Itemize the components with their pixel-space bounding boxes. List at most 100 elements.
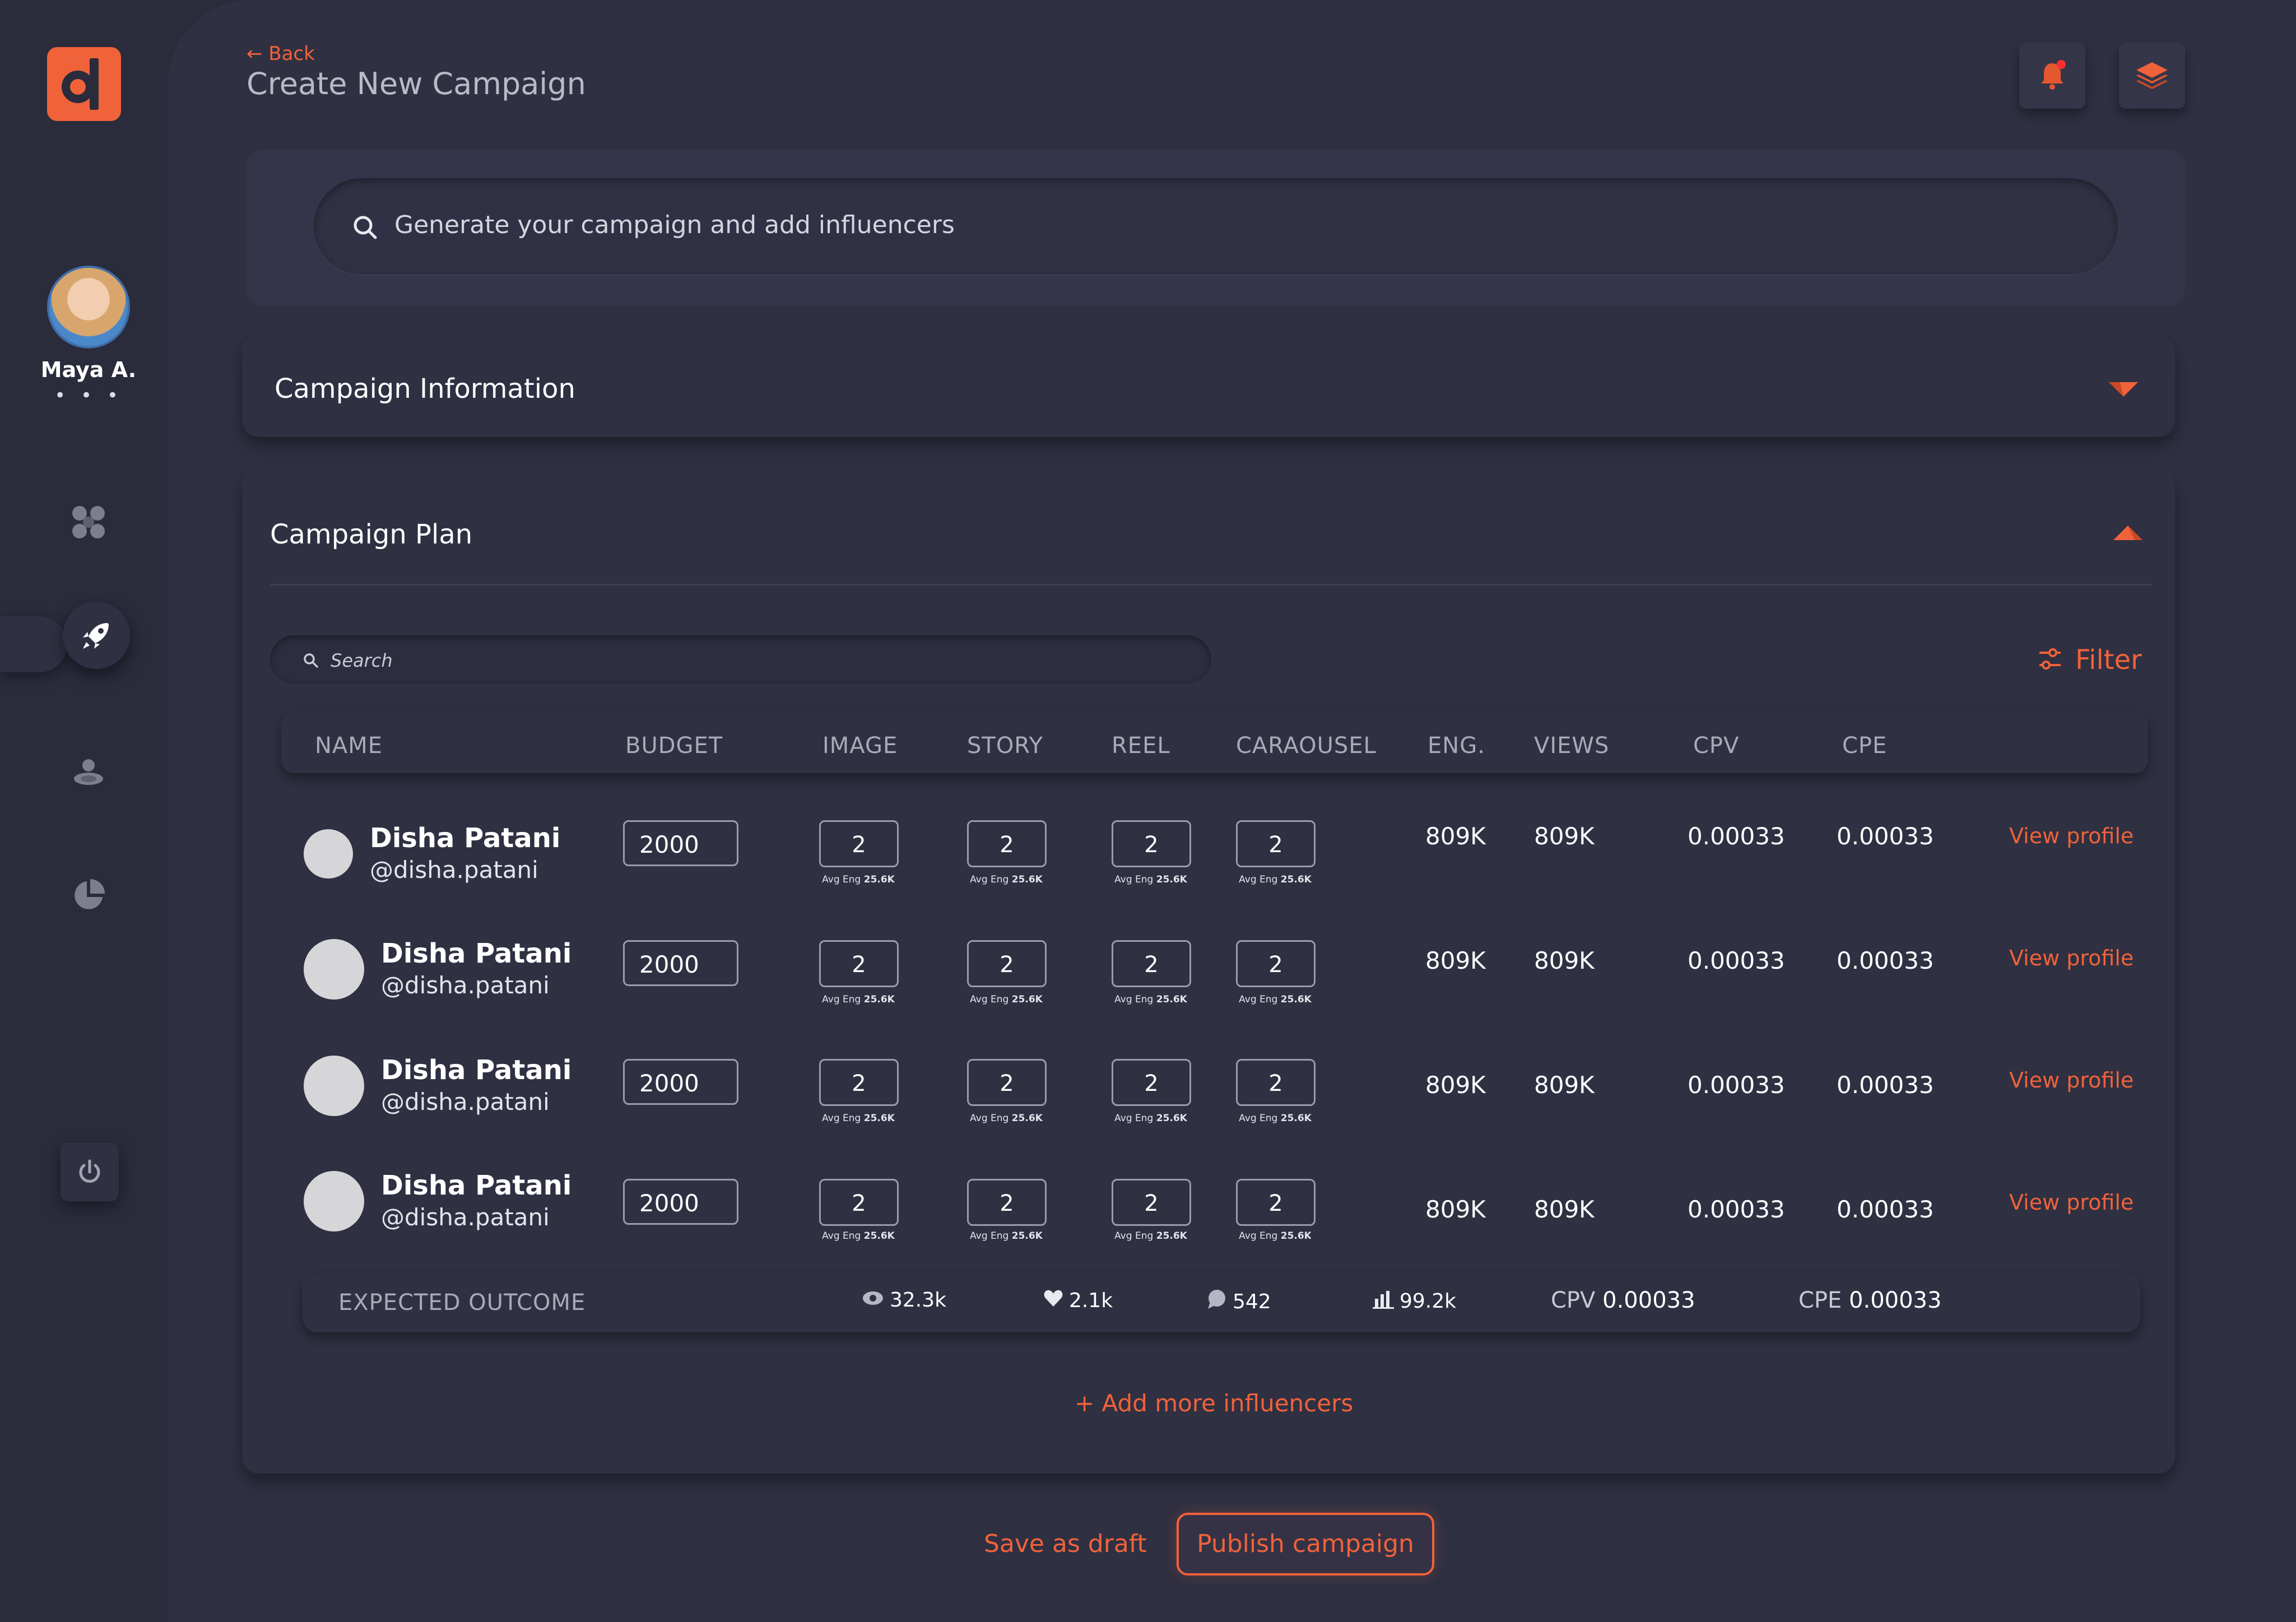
heart-icon: [1043, 1289, 1063, 1313]
image-count-input[interactable]: 2: [819, 940, 899, 987]
view-profile-link[interactable]: View profile: [2009, 1068, 2134, 1093]
influencer-handle: @disha.patani: [381, 1088, 550, 1116]
add-influencers-button[interactable]: + Add more influencers: [1075, 1389, 1353, 1417]
cpe-value: 0.00033: [1837, 1196, 1934, 1223]
influencer-handle: @disha.patani: [370, 856, 538, 884]
avg-eng-label: Avg Eng 25.6K: [1239, 994, 1312, 1005]
divider: [270, 584, 2151, 585]
cpe-value: 0.00033: [1837, 947, 1934, 974]
view-profile-link[interactable]: View profile: [2009, 1190, 2134, 1215]
chevron-up-icon[interactable]: [2112, 523, 2144, 545]
influencer-handle: @disha.patani: [381, 1203, 550, 1231]
influencer-search-input[interactable]: [270, 635, 1211, 684]
budget-input[interactable]: 2000: [623, 1059, 738, 1105]
avg-eng-label: Avg Eng 25.6K: [1114, 874, 1187, 885]
carousel-count-input[interactable]: 2: [1236, 820, 1316, 867]
filter-icon: [2037, 646, 2063, 674]
outcome-reach: 99.2k: [1373, 1289, 1456, 1314]
influencer-name: Disha Patani: [381, 938, 572, 969]
image-count-input[interactable]: 2: [819, 820, 899, 867]
budget-input[interactable]: 2000: [623, 820, 738, 866]
filter-button[interactable]: Filter: [2037, 644, 2142, 676]
views-value: 809K: [1534, 822, 1595, 850]
column-header: ENG.: [1428, 733, 1485, 759]
story-count-input[interactable]: 2: [967, 1179, 1047, 1226]
comment-icon: [1205, 1289, 1227, 1315]
story-count-input[interactable]: 2: [967, 940, 1047, 987]
dashboard-grid-icon[interactable]: [66, 500, 111, 545]
back-link[interactable]: ← Back: [247, 43, 315, 65]
layers-icon[interactable]: [2119, 43, 2185, 109]
view-profile-link[interactable]: View profile: [2009, 946, 2134, 970]
views-value: 809K: [1534, 1071, 1595, 1099]
avg-eng-label: Avg Eng 25.6K: [822, 994, 895, 1005]
influencer-avatar: [304, 1056, 364, 1116]
carousel-count-input[interactable]: 2: [1236, 1179, 1316, 1226]
avg-eng-label: Avg Eng 25.6K: [1114, 1230, 1187, 1242]
avg-eng-label: Avg Eng 25.6K: [822, 874, 895, 885]
column-header: CARAOUSEL: [1236, 733, 1377, 759]
cpe-value: 0.00033: [1837, 1071, 1934, 1099]
influencer-search-placeholder: Search: [331, 650, 393, 671]
reel-count-input[interactable]: 2: [1112, 940, 1191, 987]
avg-eng-label: Avg Eng 25.6K: [1239, 1230, 1311, 1242]
avg-eng-label: Avg Eng 25.6K: [1239, 1113, 1312, 1124]
influencer-avatar: [304, 939, 364, 1000]
column-header: NAME: [315, 733, 383, 759]
pie-chart-icon[interactable]: [66, 873, 111, 918]
d-logo-icon[interactable]: [47, 47, 121, 121]
publish-campaign-button[interactable]: Publish campaign: [1177, 1513, 1434, 1575]
outcome-cpe: CPE 0.00033: [1798, 1288, 1942, 1313]
page-title: Create New Campaign: [247, 66, 586, 101]
engagement-value: 809K: [1425, 1071, 1486, 1099]
search-icon: [303, 652, 319, 671]
reel-count-input[interactable]: 2: [1112, 1179, 1191, 1226]
column-header: REEL: [1112, 733, 1170, 759]
story-count-input[interactable]: 2: [967, 820, 1047, 867]
campaign-search-placeholder: Generate your campaign and add influence…: [394, 211, 955, 239]
influencer-handle: @disha.patani: [381, 972, 550, 999]
influencer-avatar: [304, 829, 353, 879]
sidebar: Maya A. • • •: [0, 0, 168, 1622]
column-header: IMAGE: [822, 733, 898, 759]
views-value: 809K: [1534, 947, 1595, 974]
cpe-value: 0.00033: [1837, 822, 1934, 850]
influencer-name: Disha Patani: [381, 1170, 572, 1201]
search-icon: [352, 214, 379, 243]
users-icon[interactable]: [66, 750, 111, 794]
outcome-cpv: CPV 0.00033: [1551, 1288, 1695, 1313]
user-menu-dots[interactable]: • • •: [22, 384, 155, 407]
chevron-down-icon[interactable]: [2108, 380, 2139, 401]
reel-count-input[interactable]: 2: [1112, 1059, 1191, 1106]
outcome-likes: 2.1k: [1043, 1289, 1113, 1313]
budget-input[interactable]: 2000: [623, 1179, 738, 1225]
image-count-input[interactable]: 2: [819, 1059, 899, 1106]
user-name: Maya A.: [40, 357, 137, 382]
eye-icon: [862, 1289, 884, 1312]
view-profile-link[interactable]: View profile: [2009, 824, 2134, 848]
budget-input[interactable]: 2000: [623, 940, 738, 986]
reel-count-input[interactable]: 2: [1112, 820, 1191, 867]
influencer-name: Disha Patani: [370, 822, 561, 854]
campaign-plan-title: Campaign Plan: [270, 519, 473, 550]
rocket-icon[interactable]: [63, 602, 130, 669]
influencer-name: Disha Patani: [381, 1054, 572, 1086]
power-icon[interactable]: [61, 1143, 119, 1201]
avg-eng-label: Avg Eng 25.6K: [822, 1230, 895, 1242]
engagement-value: 809K: [1425, 822, 1486, 850]
carousel-count-input[interactable]: 2: [1236, 1059, 1316, 1106]
image-count-input[interactable]: 2: [819, 1179, 899, 1226]
story-count-input[interactable]: 2: [967, 1059, 1047, 1106]
avg-eng-label: Avg Eng 25.6K: [822, 1113, 895, 1124]
column-header: BUDGET: [625, 733, 723, 759]
nav-active-indicator: [0, 616, 67, 672]
bell-icon[interactable]: [2019, 43, 2085, 109]
avg-eng-clipped-row: Avg Eng 25.6K Avg Eng 25.6K Avg Eng 25.6…: [807, 1230, 1311, 1242]
expected-outcome-label: EXPECTED OUTCOME: [338, 1290, 586, 1316]
engagement-value: 809K: [1425, 1196, 1486, 1223]
carousel-count-input[interactable]: 2: [1236, 940, 1316, 987]
column-header: VIEWS: [1534, 733, 1610, 759]
user-avatar[interactable]: [47, 266, 130, 348]
save-draft-button[interactable]: Save as draft: [984, 1530, 1147, 1558]
filter-label: Filter: [2075, 644, 2142, 676]
